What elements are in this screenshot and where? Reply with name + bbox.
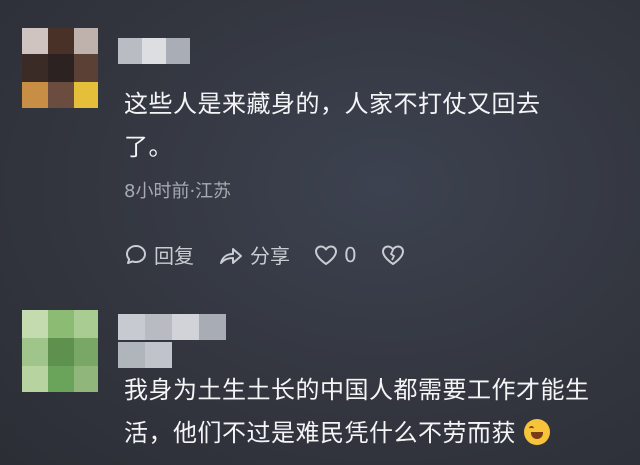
comment-text-line: 这些人是来藏身的，人家不打仗又回去 (124, 90, 541, 118)
reply-label: 回复 (154, 244, 194, 268)
avatar[interactable] (22, 28, 98, 108)
username-blurred[interactable] (118, 314, 228, 370)
heart-icon (315, 245, 337, 265)
comment-text-line: 我身为土生土长的中国人都需要工作才能生 (124, 376, 590, 404)
reply-button[interactable]: 回复 (124, 240, 194, 269)
comment-meta: 8小时前·江苏 (124, 181, 232, 202)
broken-heart-icon (381, 245, 404, 265)
comment-text-line: 了。 (124, 133, 173, 161)
comment-text: 这些人是来藏身的，人家不打仗又回去 了。 (124, 83, 594, 169)
comment-item-2: 我身为土生土长的中国人都需要工作才能生 活，他们不过是难民凭什么不劳而获 (0, 300, 640, 465)
dislike-button[interactable] (381, 244, 411, 266)
laughing-crying-emoji-icon (524, 419, 550, 445)
comment-item-1: 这些人是来藏身的，人家不打仗又回去 了。 8小时前·江苏 回复 分享 0 (0, 0, 640, 300)
share-button[interactable]: 分享 (218, 240, 290, 269)
share-arrow-icon (220, 247, 242, 264)
comment-text-line-content: 活，他们不过是难民凭什么不劳而获 (124, 419, 516, 447)
comment-text: 我身为土生土长的中国人都需要工作才能生 活，他们不过是难民凭什么不劳而获 (124, 369, 624, 455)
comment-text-line: 活，他们不过是难民凭什么不劳而获 (124, 412, 624, 455)
comment-bubble-icon (126, 244, 146, 264)
avatar[interactable] (22, 310, 98, 392)
username-blurred[interactable] (118, 38, 190, 68)
like-button[interactable]: 0 (314, 243, 357, 267)
like-count: 0 (344, 242, 357, 267)
share-label: 分享 (250, 244, 290, 268)
comment-actions: 回复 分享 0 (124, 240, 435, 269)
